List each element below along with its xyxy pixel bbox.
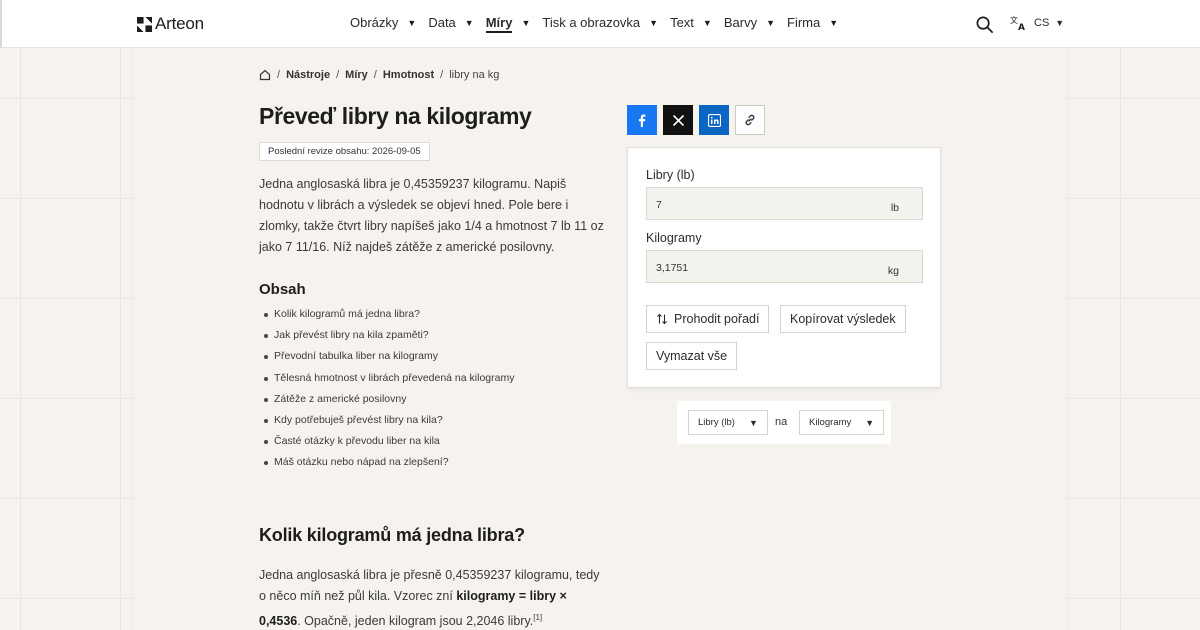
chevron-down-icon: ▼ — [464, 17, 474, 28]
copy-link-button[interactable] — [735, 105, 765, 135]
kilograms-value: 3,1751 — [656, 262, 689, 274]
nav-item-firma[interactable]: Firma ▼ — [787, 15, 838, 30]
copy-result-label: Kopírovat výsledek — [790, 312, 896, 326]
translate-icon: 文 A — [1010, 15, 1025, 31]
toc-item[interactable]: Převodní tabulka liber na kilogramy — [263, 350, 514, 371]
chevron-down-icon: ▼ — [649, 17, 659, 28]
chevron-down-icon: ▼ — [829, 17, 839, 28]
chevron-down-icon: ▼ — [748, 417, 758, 428]
chevron-down-icon: ▼ — [1055, 18, 1065, 28]
breadcrumb-separator: / — [373, 69, 377, 81]
toc-item[interactable]: Kolik kilogramů má jedna libra? — [263, 308, 514, 329]
svg-text:A: A — [1018, 23, 1025, 31]
linkedin-icon — [707, 113, 721, 127]
kilograms-unit: kg — [887, 265, 899, 277]
breadcrumb-separator: / — [336, 69, 340, 81]
nav-item-label: Obrázky — [350, 15, 399, 30]
nav-item-miry[interactable]: Míry ▼ — [485, 15, 531, 33]
toc-item[interactable]: Zátěže z americké posilovny — [263, 393, 514, 414]
share-bar — [627, 105, 765, 135]
swap-icon — [657, 313, 667, 325]
to-label: Kilogramy — [646, 231, 702, 245]
link-icon — [745, 114, 755, 126]
nav-item-label: Barvy — [723, 15, 758, 30]
toc-item[interactable]: Jak převést libry na kila zpaměti? — [263, 329, 514, 350]
main-nav: Obrázky ▼ Data ▼ Míry ▼ Tisk a obrazovka… — [350, 15, 850, 33]
from-label: Libry (lb) — [646, 168, 695, 182]
share-x-button[interactable] — [663, 105, 693, 135]
intro-text: Jedna anglosaská libra je 0,45359237 kil… — [259, 177, 604, 254]
breadcrumb-separator: / — [440, 69, 444, 81]
toc-title: Obsah — [259, 281, 306, 298]
to-unit-select[interactable]: Kilogramy ▼ — [799, 410, 885, 435]
toc-item[interactable]: Tělesná hmotnost v librách převedená na … — [263, 372, 514, 393]
pounds-value: 7 — [656, 199, 662, 211]
home-icon[interactable] — [259, 69, 271, 81]
converter-panel: Libry (lb) 7 lb Kilogramy 3,1751 kg Proh… — [627, 147, 941, 388]
toc-item[interactable]: Kdy potřebuješ převést libry na kila? — [263, 414, 514, 435]
chevron-down-icon: ▼ — [865, 417, 875, 428]
chevron-down-icon: ▼ — [521, 17, 531, 28]
language-code: CS — [1034, 17, 1050, 29]
nav-item-label: Míry — [485, 15, 513, 33]
swap-button[interactable]: Prohodit pořadí — [646, 305, 770, 333]
svg-text:文: 文 — [1010, 15, 1018, 25]
facebook-icon — [639, 114, 646, 127]
logo[interactable]: Arteon — [137, 14, 204, 34]
brand-name: Arteon — [155, 14, 204, 33]
to-unit-value: Kilogramy — [809, 417, 852, 428]
clear-all-label: Vymazat vše — [656, 349, 728, 363]
chevron-down-icon: ▼ — [407, 17, 417, 28]
pounds-input[interactable]: 7 lb — [646, 187, 923, 220]
nav-item-label: Tisk a obrazovka — [542, 15, 641, 30]
nav-item-barvy[interactable]: Barvy ▼ — [724, 15, 775, 30]
logo-icon — [137, 16, 152, 32]
section-heading: Kolik kilogramů má jedna libra? — [259, 525, 525, 545]
revision-badge: Poslední revize obsahu: 2026-09-05 — [259, 142, 430, 161]
pounds-unit: lb — [890, 202, 899, 214]
table-of-contents: Kolik kilogramů má jedna libra? Jak přev… — [263, 308, 514, 478]
breadcrumb-item[interactable]: Hmotnost — [383, 69, 434, 81]
share-facebook-button[interactable] — [627, 105, 657, 135]
header-edge — [0, 0, 2, 48]
breadcrumb-item[interactable]: Nástroje — [286, 69, 330, 81]
breadcrumb: / Nástroje / Míry / Hmotnost / libry na … — [259, 69, 499, 81]
copy-result-button[interactable]: Kopírovat výsledek — [780, 305, 906, 333]
swap-button-label: Prohodit pořadí — [674, 312, 760, 326]
x-icon — [672, 114, 684, 126]
breadcrumb-current: libry na kg — [449, 69, 500, 81]
breadcrumb-item[interactable]: Míry — [345, 69, 368, 81]
footnote-link[interactable]: [1] — [533, 613, 542, 622]
nav-item-label: Firma — [787, 15, 821, 30]
unit-selector-bar: Libry (lb) ▼ na Kilogramy ▼ — [677, 401, 891, 444]
unit-joiner: na — [775, 416, 788, 428]
section-text: Jedna anglosaská libra je přesně 0,45359… — [259, 565, 604, 630]
toc-item[interactable]: Časté otázky k převodu liber na kila — [263, 435, 514, 456]
nav-item-text[interactable]: Text ▼ — [670, 15, 712, 30]
nav-item-obrazky[interactable]: Obrázky ▼ — [350, 15, 416, 30]
breadcrumb-separator: / — [277, 69, 281, 81]
nav-item-label: Data — [428, 15, 456, 30]
search-icon[interactable] — [975, 15, 994, 34]
toc-item[interactable]: Máš otázku nebo nápad na zlepšení? — [263, 456, 514, 477]
clear-all-button[interactable]: Vymazat vše — [646, 342, 738, 370]
section-text-part: . Opačně, jeden kilogram jsou 2,2046 lib… — [297, 614, 534, 629]
nav-item-tisk[interactable]: Tisk a obrazovka ▼ — [542, 15, 658, 30]
language-switcher[interactable]: 文 A CS ▼ — [1010, 15, 1064, 31]
nav-item-data[interactable]: Data ▼ — [428, 15, 473, 30]
from-unit-value: Libry (lb) — [698, 417, 735, 428]
site-header: Arteon Obrázky ▼ Data ▼ Míry ▼ Tisk a ob… — [0, 0, 1200, 48]
kilograms-input[interactable]: 3,1751 kg — [646, 250, 923, 283]
nav-item-label: Text — [670, 15, 694, 30]
from-unit-select[interactable]: Libry (lb) ▼ — [688, 410, 768, 435]
chevron-down-icon: ▼ — [766, 17, 775, 28]
page-title: Převeď libry na kilogramy — [259, 103, 532, 129]
chevron-down-icon: ▼ — [702, 17, 712, 28]
share-linkedin-button[interactable] — [699, 105, 729, 135]
